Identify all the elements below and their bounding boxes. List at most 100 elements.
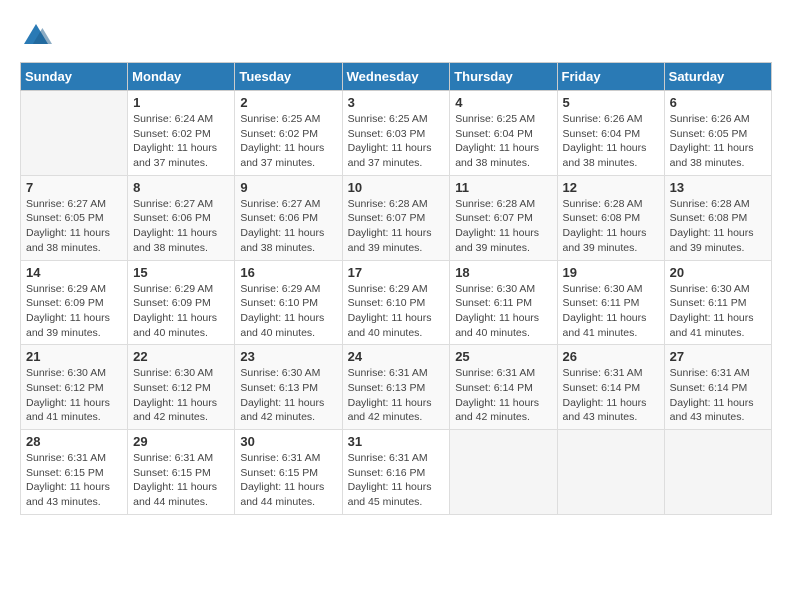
day-info: Sunrise: 6:26 AMSunset: 6:05 PMDaylight:… [670, 112, 766, 171]
page-header [20, 20, 772, 52]
calendar-week-row: 14 Sunrise: 6:29 AMSunset: 6:09 PMDayligh… [21, 260, 772, 345]
logo [20, 20, 56, 52]
day-info: Sunrise: 6:30 AMSunset: 6:11 PMDaylight:… [670, 282, 766, 341]
calendar-cell: 17 Sunrise: 6:29 AMSunset: 6:10 PMDayligh… [342, 260, 450, 345]
calendar-cell: 12 Sunrise: 6:28 AMSunset: 6:08 PMDayligh… [557, 175, 664, 260]
calendar-cell: 5 Sunrise: 6:26 AMSunset: 6:04 PMDaylight… [557, 91, 664, 176]
calendar-week-row: 28 Sunrise: 6:31 AMSunset: 6:15 PMDayligh… [21, 430, 772, 515]
day-header-monday: Monday [128, 63, 235, 91]
day-header-saturday: Saturday [664, 63, 771, 91]
day-header-friday: Friday [557, 63, 664, 91]
day-info: Sunrise: 6:28 AMSunset: 6:07 PMDaylight:… [348, 197, 445, 256]
calendar-cell: 28 Sunrise: 6:31 AMSunset: 6:15 PMDayligh… [21, 430, 128, 515]
calendar-cell: 7 Sunrise: 6:27 AMSunset: 6:05 PMDaylight… [21, 175, 128, 260]
calendar-cell: 9 Sunrise: 6:27 AMSunset: 6:06 PMDaylight… [235, 175, 342, 260]
day-number: 10 [348, 180, 445, 195]
day-info: Sunrise: 6:29 AMSunset: 6:09 PMDaylight:… [26, 282, 122, 341]
calendar-cell: 22 Sunrise: 6:30 AMSunset: 6:12 PMDayligh… [128, 345, 235, 430]
calendar-cell: 26 Sunrise: 6:31 AMSunset: 6:14 PMDayligh… [557, 345, 664, 430]
calendar-cell [450, 430, 557, 515]
calendar-cell [21, 91, 128, 176]
calendar-cell: 18Sunrise: 6:30 AMSunset: 6:11 PMDayligh… [450, 260, 557, 345]
calendar-week-row: 7 Sunrise: 6:27 AMSunset: 6:05 PMDaylight… [21, 175, 772, 260]
day-number: 17 [348, 265, 445, 280]
day-number: 28 [26, 434, 122, 449]
day-info: Sunrise: 6:31 AMSunset: 6:14 PMDaylight:… [670, 366, 766, 425]
day-number: 23 [240, 349, 336, 364]
day-info: Sunrise: 6:24 AMSunset: 6:02 PMDaylight:… [133, 112, 229, 171]
calendar-cell: 25 Sunrise: 6:31 AMSunset: 6:14 PMDayligh… [450, 345, 557, 430]
calendar-cell: 2 Sunrise: 6:25 AMSunset: 6:02 PMDaylight… [235, 91, 342, 176]
day-number: 25 [455, 349, 551, 364]
calendar-table: SundayMondayTuesdayWednesdayThursdayFrid… [20, 62, 772, 515]
day-number: 15 [133, 265, 229, 280]
day-number: 22 [133, 349, 229, 364]
day-number: 1 [133, 95, 229, 110]
day-number: 29 [133, 434, 229, 449]
logo-icon [20, 20, 52, 52]
calendar-cell: 27 Sunrise: 6:31 AMSunset: 6:14 PMDayligh… [664, 345, 771, 430]
day-info: Sunrise: 6:31 AMSunset: 6:14 PMDaylight:… [563, 366, 659, 425]
day-info: Sunrise: 6:27 AMSunset: 6:06 PMDaylight:… [133, 197, 229, 256]
day-header-wednesday: Wednesday [342, 63, 450, 91]
day-number: 4 [455, 95, 551, 110]
day-number: 19 [563, 265, 659, 280]
calendar-cell: 8Sunrise: 6:27 AMSunset: 6:06 PMDaylight… [128, 175, 235, 260]
calendar-cell: 4 Sunrise: 6:25 AMSunset: 6:04 PMDaylight… [450, 91, 557, 176]
calendar-cell: 1 Sunrise: 6:24 AMSunset: 6:02 PMDaylight… [128, 91, 235, 176]
day-info: Sunrise: 6:30 AMSunset: 6:11 PMDaylight:… [455, 282, 551, 341]
day-number: 27 [670, 349, 766, 364]
day-info: Sunrise: 6:29 AMSunset: 6:09 PMDaylight:… [133, 282, 229, 341]
day-info: Sunrise: 6:27 AMSunset: 6:06 PMDaylight:… [240, 197, 336, 256]
calendar-cell: 21Sunrise: 6:30 AMSunset: 6:12 PMDayligh… [21, 345, 128, 430]
day-number: 14 [26, 265, 122, 280]
calendar-cell: 14 Sunrise: 6:29 AMSunset: 6:09 PMDayligh… [21, 260, 128, 345]
day-info: Sunrise: 6:27 AMSunset: 6:05 PMDaylight:… [26, 197, 122, 256]
day-info: Sunrise: 6:28 AMSunset: 6:08 PMDaylight:… [670, 197, 766, 256]
calendar-cell: 16 Sunrise: 6:29 AMSunset: 6:10 PMDayligh… [235, 260, 342, 345]
day-info: Sunrise: 6:31 AMSunset: 6:14 PMDaylight:… [455, 366, 551, 425]
day-number: 31 [348, 434, 445, 449]
day-info: Sunrise: 6:25 AMSunset: 6:03 PMDaylight:… [348, 112, 445, 171]
day-info: Sunrise: 6:31 AMSunset: 6:15 PMDaylight:… [240, 451, 336, 510]
day-info: Sunrise: 6:31 AMSunset: 6:16 PMDaylight:… [348, 451, 445, 510]
day-info: Sunrise: 6:30 AMSunset: 6:13 PMDaylight:… [240, 366, 336, 425]
calendar-header-row: SundayMondayTuesdayWednesdayThursdayFrid… [21, 63, 772, 91]
day-number: 7 [26, 180, 122, 195]
calendar-cell: 6 Sunrise: 6:26 AMSunset: 6:05 PMDaylight… [664, 91, 771, 176]
calendar-cell: 19 Sunrise: 6:30 AMSunset: 6:11 PMDayligh… [557, 260, 664, 345]
day-number: 3 [348, 95, 445, 110]
day-info: Sunrise: 6:26 AMSunset: 6:04 PMDaylight:… [563, 112, 659, 171]
day-info: Sunrise: 6:28 AMSunset: 6:07 PMDaylight:… [455, 197, 551, 256]
day-info: Sunrise: 6:31 AMSunset: 6:15 PMDaylight:… [133, 451, 229, 510]
day-info: Sunrise: 6:25 AMSunset: 6:02 PMDaylight:… [240, 112, 336, 171]
calendar-cell: 11Sunrise: 6:28 AMSunset: 6:07 PMDayligh… [450, 175, 557, 260]
day-number: 16 [240, 265, 336, 280]
day-header-thursday: Thursday [450, 63, 557, 91]
day-header-tuesday: Tuesday [235, 63, 342, 91]
day-info: Sunrise: 6:29 AMSunset: 6:10 PMDaylight:… [348, 282, 445, 341]
day-number: 24 [348, 349, 445, 364]
day-info: Sunrise: 6:30 AMSunset: 6:11 PMDaylight:… [563, 282, 659, 341]
day-number: 20 [670, 265, 766, 280]
day-number: 26 [563, 349, 659, 364]
day-info: Sunrise: 6:31 AMSunset: 6:13 PMDaylight:… [348, 366, 445, 425]
calendar-cell: 23 Sunrise: 6:30 AMSunset: 6:13 PMDayligh… [235, 345, 342, 430]
calendar-cell: 31 Sunrise: 6:31 AMSunset: 6:16 PMDayligh… [342, 430, 450, 515]
day-info: Sunrise: 6:29 AMSunset: 6:10 PMDaylight:… [240, 282, 336, 341]
calendar-week-row: 1 Sunrise: 6:24 AMSunset: 6:02 PMDaylight… [21, 91, 772, 176]
day-info: Sunrise: 6:31 AMSunset: 6:15 PMDaylight:… [26, 451, 122, 510]
day-number: 9 [240, 180, 336, 195]
calendar-cell: 13 Sunrise: 6:28 AMSunset: 6:08 PMDayligh… [664, 175, 771, 260]
day-number: 2 [240, 95, 336, 110]
day-number: 12 [563, 180, 659, 195]
day-header-sunday: Sunday [21, 63, 128, 91]
day-info: Sunrise: 6:28 AMSunset: 6:08 PMDaylight:… [563, 197, 659, 256]
day-info: Sunrise: 6:25 AMSunset: 6:04 PMDaylight:… [455, 112, 551, 171]
day-number: 13 [670, 180, 766, 195]
day-number: 6 [670, 95, 766, 110]
day-info: Sunrise: 6:30 AMSunset: 6:12 PMDaylight:… [133, 366, 229, 425]
day-number: 5 [563, 95, 659, 110]
calendar-cell: 15 Sunrise: 6:29 AMSunset: 6:09 PMDayligh… [128, 260, 235, 345]
day-number: 21 [26, 349, 122, 364]
